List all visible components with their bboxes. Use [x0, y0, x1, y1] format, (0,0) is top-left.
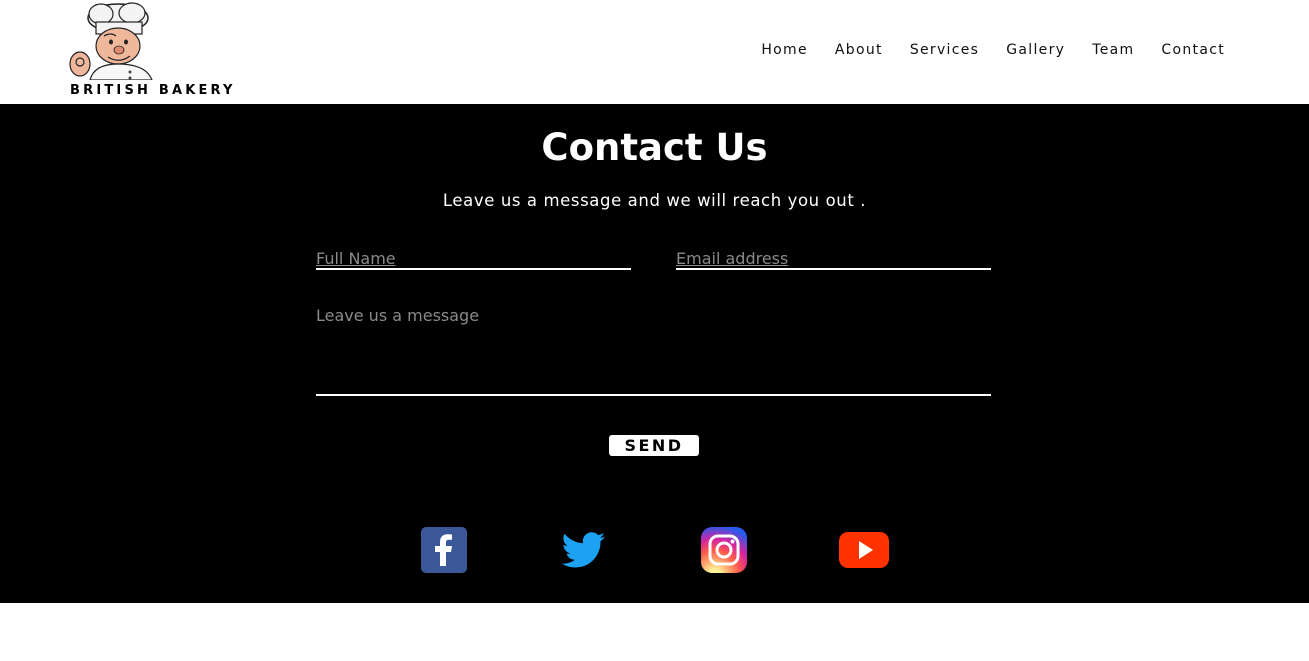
- nav-item-team[interactable]: Team: [1092, 42, 1134, 58]
- page-bottom-area: [0, 603, 1309, 661]
- full-name-input[interactable]: [316, 248, 631, 270]
- nav-item-home[interactable]: Home: [761, 42, 808, 58]
- nav-item-about[interactable]: About: [835, 42, 883, 58]
- email-input[interactable]: [676, 248, 991, 270]
- youtube-icon[interactable]: [838, 526, 890, 574]
- contact-section: Contact Us Leave us a message and we wil…: [0, 104, 1309, 603]
- brand-name: BRITISH BAKERY: [70, 83, 236, 98]
- nav-item-contact[interactable]: Contact: [1161, 42, 1225, 58]
- twitter-icon[interactable]: [559, 526, 607, 574]
- site-header: BRITISH BAKERY Home About Services Galle…: [0, 0, 1309, 104]
- main-nav: Home About Services Gallery Team Contact: [734, 42, 1225, 58]
- nav-item-gallery[interactable]: Gallery: [1006, 42, 1065, 58]
- chef-logo-icon[interactable]: [66, 2, 160, 80]
- facebook-icon[interactable]: [420, 526, 468, 574]
- contact-subtitle: Leave us a message and we will reach you…: [442, 191, 867, 210]
- message-textarea[interactable]: [316, 306, 991, 396]
- send-button[interactable]: SEND: [609, 435, 699, 456]
- instagram-icon[interactable]: [700, 526, 748, 574]
- contact-title: Contact Us: [541, 126, 768, 169]
- nav-item-services[interactable]: Services: [910, 42, 979, 58]
